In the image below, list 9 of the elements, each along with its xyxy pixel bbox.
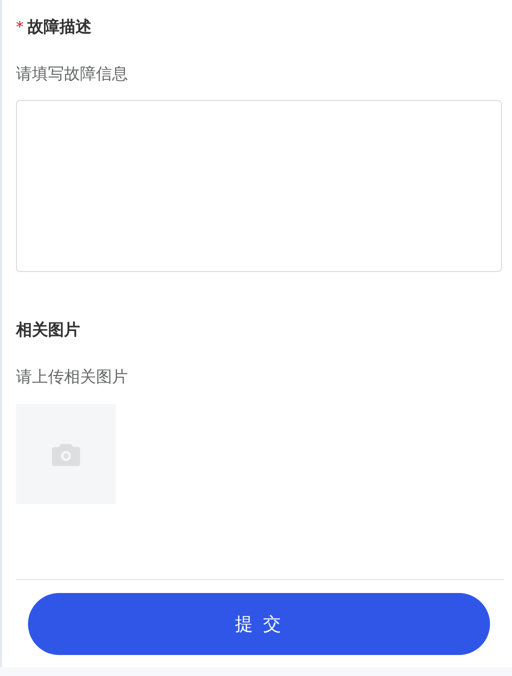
section-title: 故障描述	[28, 16, 92, 38]
required-asterisk: *	[16, 18, 24, 36]
description-field[interactable]	[16, 100, 502, 272]
hint-text: 请上传相关图片	[16, 366, 129, 388]
camera-icon	[52, 442, 80, 466]
submit-button[interactable]: 提 交	[28, 593, 490, 655]
section-title: 相关图片	[16, 320, 80, 340]
upload-tile[interactable]	[16, 404, 116, 504]
hint-text: 请填写故障信息	[16, 63, 129, 85]
